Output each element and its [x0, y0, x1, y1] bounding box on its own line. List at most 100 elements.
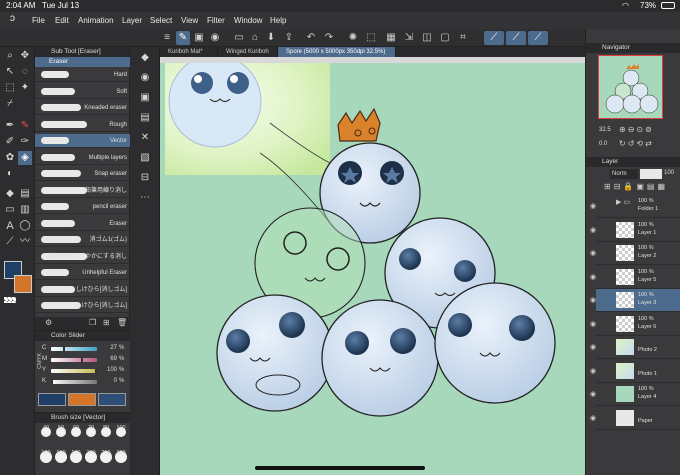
gallery-icon[interactable]: ▣	[192, 31, 206, 45]
new-subtool-icon[interactable]: ⊞	[103, 318, 110, 327]
lasso-icon[interactable]: ◌	[18, 65, 32, 79]
redo-icon[interactable]: ↷	[322, 31, 336, 45]
pen-icon[interactable]: ✒	[3, 119, 17, 133]
menu-view[interactable]: View	[181, 16, 198, 25]
rotate-controls[interactable]: ↻↺⟲⇄	[619, 139, 654, 148]
menu-help[interactable]: Help	[270, 16, 286, 25]
airbrush-icon[interactable]: ✑	[18, 135, 32, 149]
fill-bucket-icon[interactable]: ◆	[3, 187, 17, 201]
clear-icon[interactable]: ✕	[138, 131, 152, 145]
sub-tool-group-eraser[interactable]: Eraser	[35, 57, 130, 67]
visibility-icon[interactable]: ◉	[590, 414, 596, 422]
layer-row[interactable]: ◉ 100 % Layer 3	[590, 289, 680, 312]
clip-icon[interactable]: ◆	[138, 51, 152, 65]
subtool-item[interactable]: しけひら[消しゴム]	[35, 283, 130, 297]
text-icon[interactable]: A	[3, 219, 17, 233]
open-icon[interactable]: ⌂	[248, 31, 262, 45]
brush-icon[interactable]: ✐	[3, 135, 17, 149]
layer-row[interactable]: ◉ 100 % Layer 4	[590, 383, 680, 406]
camera-icon[interactable]: ◉	[208, 31, 222, 45]
blend-mode-select[interactable]: Norm	[610, 169, 638, 179]
vector-snap-1-icon[interactable]: ⟋	[484, 31, 504, 45]
blend-icon[interactable]: ◐	[3, 167, 17, 181]
visibility-icon[interactable]: ◉	[590, 390, 596, 398]
visibility-icon[interactable]: ◉	[590, 202, 596, 210]
layer-row[interactable]: ◉ 100 % Layer 5	[590, 266, 680, 289]
layer-row[interactable]: ◉ 100 % Layer 2	[590, 242, 680, 265]
move-icon[interactable]: ✥	[18, 49, 32, 63]
subtool-item[interactable]: Hard	[35, 68, 130, 82]
pencil-icon[interactable]: ✎	[18, 119, 32, 133]
menu-layer[interactable]: Layer	[122, 16, 142, 25]
menu-icon[interactable]: ≡	[160, 31, 174, 45]
subtool-item[interactable]: Vector	[35, 134, 130, 148]
channel-value[interactable]: 69	[101, 356, 117, 362]
frame-icon[interactable]: ▢	[438, 31, 452, 45]
operation-icon[interactable]: ↖	[3, 65, 17, 79]
correct-line-icon[interactable]: 〰	[18, 235, 32, 249]
color-preview-result[interactable]	[98, 393, 126, 406]
visibility-icon[interactable]: ◉	[590, 296, 596, 304]
tab-spore[interactable]: Spore (5000 x 5000px 350dpi 32.5%)	[278, 47, 396, 57]
channel-value[interactable]: 0	[101, 378, 117, 384]
visibility-icon[interactable]: ◉	[590, 226, 596, 234]
navigator-angle-value[interactable]: 0.0	[599, 141, 607, 147]
navigator-preview[interactable]	[598, 55, 663, 119]
subtool-item[interactable]: Multiple layers	[35, 151, 130, 165]
subtool-item[interactable]: しけひら[消しゴム]	[35, 299, 130, 313]
opacity-slider[interactable]	[640, 169, 662, 179]
menu-animation[interactable]: Animation	[78, 16, 114, 25]
vector-snap-2-icon[interactable]: ⟋	[506, 31, 526, 45]
menu-select[interactable]: Select	[150, 16, 172, 25]
menu-edit[interactable]: Edit	[55, 16, 69, 25]
channel-slider[interactable]	[51, 346, 97, 352]
color-slider-row[interactable]: K 0%	[39, 378, 127, 386]
deselect-icon[interactable]: ⬚	[364, 31, 378, 45]
menu-filter[interactable]: Filter	[207, 16, 225, 25]
slider-knob[interactable]	[51, 379, 53, 385]
menu-window[interactable]: Window	[234, 16, 262, 25]
figure-icon[interactable]: ▭	[3, 203, 17, 217]
adjust-icon[interactable]: ◉	[138, 71, 152, 85]
channel-value[interactable]: 27	[101, 345, 117, 351]
slider-knob[interactable]	[95, 368, 97, 374]
subtool-item[interactable]: Kneaded eraser	[35, 101, 130, 115]
subtool-item[interactable]: 鉛筆用練り消し	[35, 184, 130, 198]
tab-winged-kuriboh[interactable]: Winged Kuriboh	[218, 47, 278, 57]
layer-prop-icon[interactable]: ▤	[138, 111, 152, 125]
frame-tool-icon[interactable]: ▥	[18, 203, 32, 217]
layer-row[interactable]: ◉ Photo 1	[590, 360, 680, 383]
new-file-icon[interactable]: ▭	[232, 31, 246, 45]
channel-slider[interactable]	[51, 379, 97, 385]
lock-icon[interactable]: ▣	[138, 91, 152, 105]
channel-value[interactable]: 100	[101, 367, 117, 373]
save-icon[interactable]: ⬇	[264, 31, 278, 45]
slider-knob[interactable]	[81, 357, 84, 363]
tab-kuriboh-mat[interactable]: Kuriboh Mat*	[160, 47, 218, 57]
visibility-icon[interactable]: ◉	[590, 367, 596, 375]
visibility-icon[interactable]: ◉	[590, 343, 596, 351]
fill-layer-icon[interactable]: ▧	[138, 151, 152, 165]
visibility-icon[interactable]: ◉	[590, 273, 596, 281]
selection-icon[interactable]: ⬚	[3, 81, 17, 95]
decoration-icon[interactable]: ✿	[3, 151, 17, 165]
subtool-item[interactable]: 消ゴム1(ゴム)	[35, 233, 130, 247]
subtool-item[interactable]: Unhelpful Eraser	[35, 266, 130, 280]
layer-icon[interactable]: ◫	[420, 31, 434, 45]
layer-row[interactable]: ◉ ▶ ▭ 100 % Folder 1	[590, 195, 680, 218]
color-preview-sub[interactable]	[68, 393, 96, 406]
subtool-item[interactable]: Soft	[35, 85, 130, 99]
navigator-zoom-value[interactable]: 32.5	[599, 127, 611, 133]
subtool-item[interactable]: pencil eraser	[35, 200, 130, 214]
ruler-icon[interactable]: ⟋	[3, 235, 17, 249]
visibility-icon[interactable]: ◉	[590, 320, 596, 328]
transparent-color-swatch[interactable]	[4, 297, 16, 303]
opacity-value[interactable]: 100	[664, 170, 674, 176]
color-slider-row[interactable]: Y 100%	[39, 367, 127, 375]
channel-slider[interactable]	[51, 368, 97, 374]
share-icon[interactable]: ⇪	[282, 31, 296, 45]
drawing-canvas[interactable]	[160, 63, 585, 475]
copy-subtool-icon[interactable]: ❐	[89, 318, 96, 327]
tool-property-icon[interactable]: ⚙	[45, 318, 52, 327]
grid-icon[interactable]: ⋯	[138, 191, 152, 205]
